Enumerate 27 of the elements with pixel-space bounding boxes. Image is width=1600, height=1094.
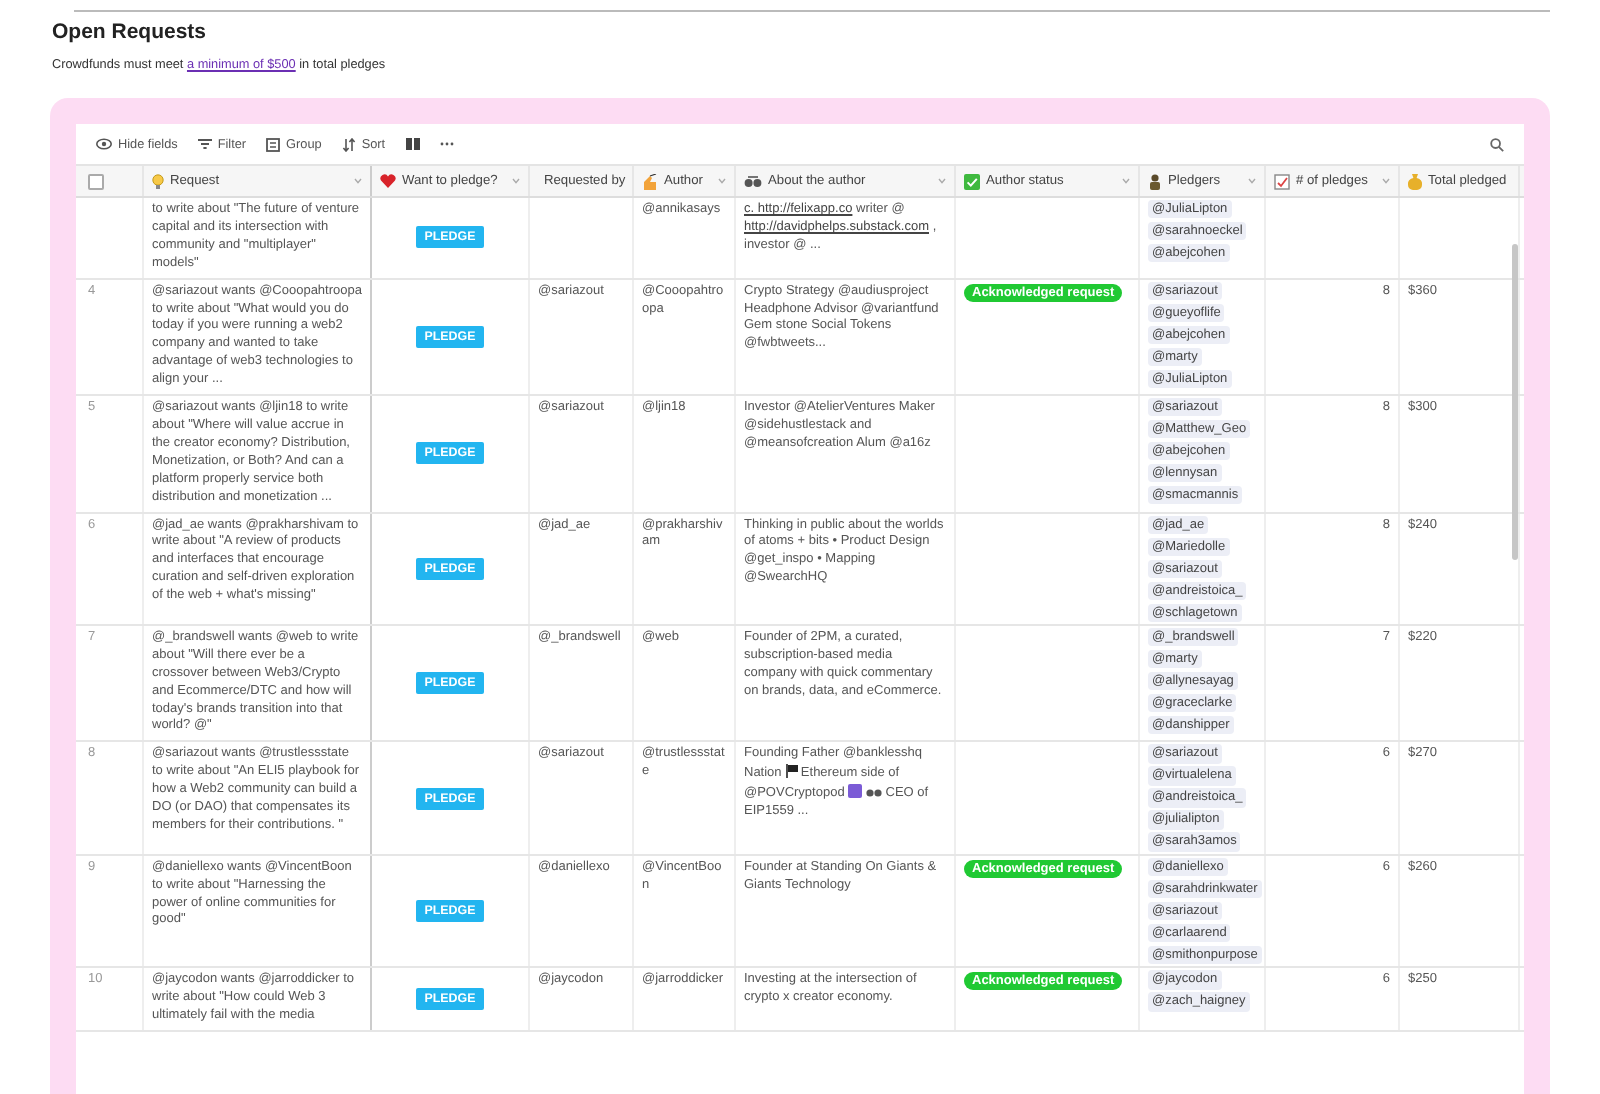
- heart-icon: [380, 174, 396, 188]
- money-bag-icon: [1408, 173, 1422, 189]
- filter-icon: [197, 138, 212, 150]
- caret-icon: [512, 178, 520, 184]
- checkmark-icon: [964, 173, 980, 189]
- caret-icon: [1248, 178, 1256, 184]
- row-height-icon[interactable]: [405, 138, 420, 150]
- search-icon[interactable]: [1490, 137, 1504, 151]
- caret-icon: [718, 178, 726, 184]
- scrollbar[interactable]: [1512, 244, 1518, 560]
- group-icon: [266, 137, 281, 151]
- flag-icon: [785, 764, 798, 779]
- eye-icon: [96, 138, 112, 150]
- select-all-checkbox[interactable]: [88, 173, 104, 189]
- lightbulb-icon: [152, 173, 164, 189]
- glasses-icon: [744, 175, 762, 187]
- caret-icon: [1122, 178, 1130, 184]
- checkbox-icon: [1274, 173, 1290, 189]
- glasses-icon: [865, 786, 882, 799]
- sort-icon: [341, 137, 356, 151]
- caret-icon: [938, 178, 946, 184]
- caret-icon: [1382, 178, 1390, 184]
- square-icon: [848, 784, 863, 799]
- writing-hand-icon: [642, 173, 658, 189]
- person-icon: [1148, 173, 1162, 189]
- page-title: Open Requests: [52, 20, 209, 44]
- caret-icon: [354, 178, 362, 184]
